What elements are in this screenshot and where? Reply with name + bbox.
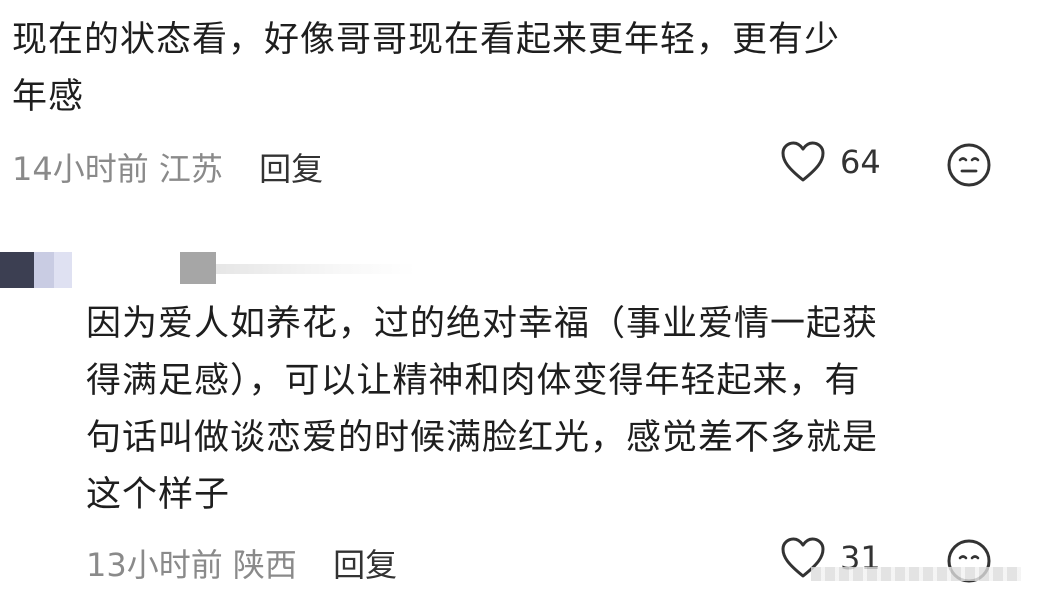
neutral-face-icon <box>947 143 991 187</box>
comment-2-line-2: 得满足感），可以让精神和肉体变得年轻起来，有 <box>86 361 861 401</box>
comment-1-reply-button[interactable]: 回复 <box>259 150 323 188</box>
avatar[interactable] <box>0 252 72 288</box>
comment-1-like-count: 64 <box>840 143 881 181</box>
comment-2-meta: 13小时前 陕西 回复 <box>86 540 397 586</box>
comment-2-reply-button[interactable]: 回复 <box>333 546 397 584</box>
heart-outline-icon <box>781 141 825 182</box>
comment-1-line-1: 现在的状态看，好像哥哥现在看起来更年轻，更有少 <box>12 20 841 60</box>
username-blur-trail <box>216 264 416 274</box>
comment-1-time: 14小时前 <box>12 150 149 188</box>
comment-1-text: 现在的状态看，好像哥哥现在看起来更年轻，更有少 年感 <box>12 12 1022 126</box>
comment-2-line-1: 因为爱人如养花，过的绝对幸福（事业爱情一起获 <box>86 304 879 344</box>
username-blurred[interactable] <box>180 252 216 284</box>
comment-1-like-button[interactable]: 64 <box>780 140 881 184</box>
comment-1-location: 江苏 <box>158 150 223 188</box>
comment-2-location: 陕西 <box>232 546 297 584</box>
comment-2-line-3: 句话叫做谈恋爱的时候满脸红光，感觉差不多就是 <box>86 418 879 458</box>
comment-1-emoji-button[interactable] <box>946 142 992 192</box>
watermark-strip <box>811 567 1021 581</box>
comment-1-meta: 14小时前 江苏 回复 <box>12 144 323 190</box>
comment-2-time: 13小时前 <box>86 546 223 584</box>
comment-2-line-4: 这个样子 <box>86 475 231 515</box>
comment-1-line-2: 年感 <box>12 77 85 117</box>
comment-2-text: 因为爱人如养花，过的绝对幸福（事业爱情一起获 得满足感），可以让精神和肉体变得年… <box>86 296 1026 524</box>
